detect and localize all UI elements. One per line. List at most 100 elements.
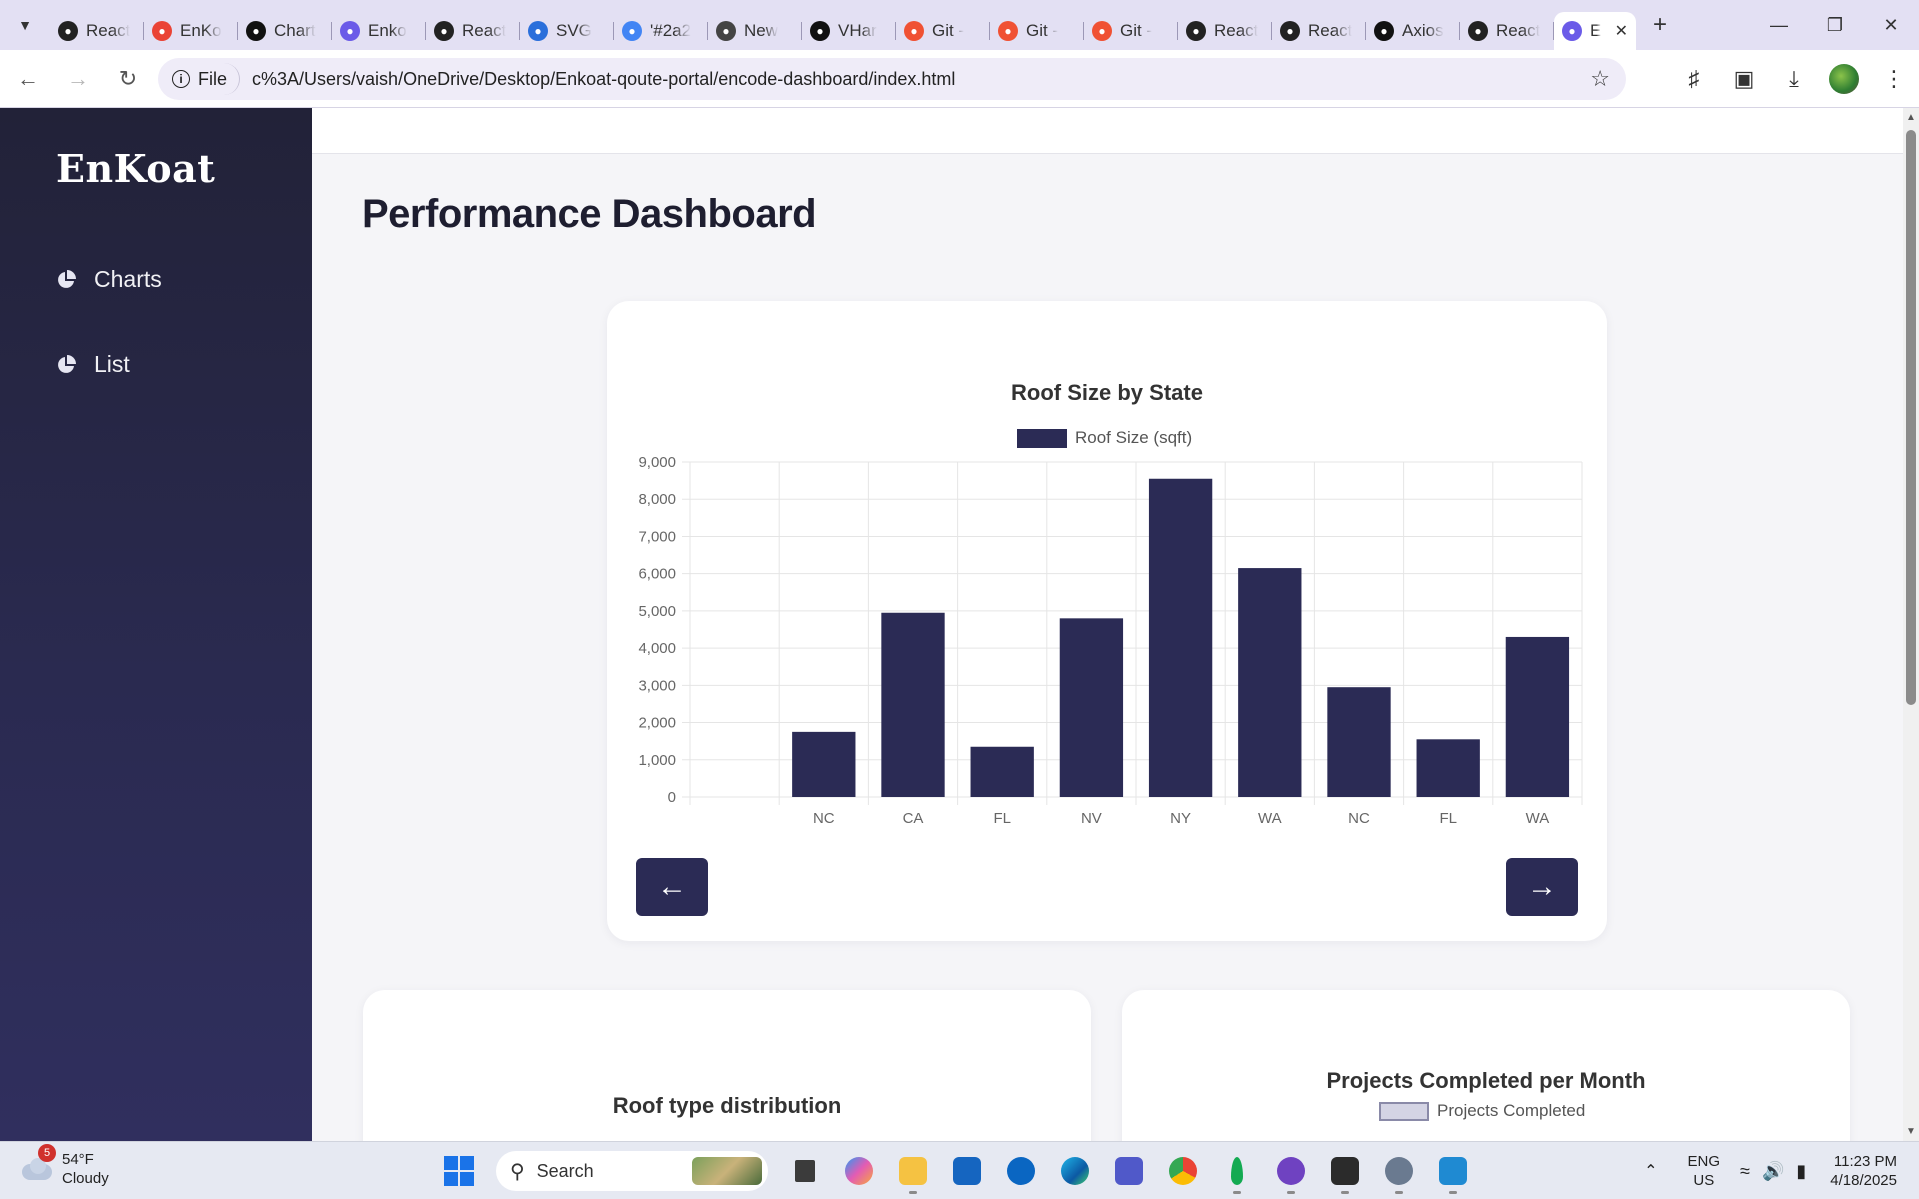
scroll-up-icon[interactable]: ▲ xyxy=(1906,112,1916,123)
x-tick-label: WA xyxy=(1526,810,1550,827)
browser-tab[interactable]: ● React xyxy=(1460,12,1554,50)
tab-title: Git - xyxy=(1120,21,1153,40)
tab-title: React xyxy=(1496,21,1541,40)
file-explorer-icon[interactable] xyxy=(890,1148,936,1194)
battery-icon[interactable]: ▮ xyxy=(1796,1161,1806,1182)
browser-tab[interactable]: ● '#2a2 xyxy=(614,12,708,50)
restore-icon[interactable]: ❐ xyxy=(1807,0,1863,50)
gmail-icon: ● xyxy=(152,21,172,41)
y-tick-label: 5,000 xyxy=(638,603,676,620)
vscode-icon[interactable] xyxy=(1430,1148,1476,1194)
wifi-icon[interactable]: ≈ xyxy=(1740,1161,1750,1182)
bookmark-star-icon[interactable]: ☆ xyxy=(1590,66,1610,92)
tab-list: ● React ● EnKo ● Chart ● Enko ● React ● SVG ● '#2a2 ● N… xyxy=(50,0,1554,50)
react-icon: ● xyxy=(1468,21,1488,41)
back-arrow-icon[interactable]: ← xyxy=(6,57,50,101)
browser-tab[interactable]: ● VHar xyxy=(802,12,896,50)
forward-arrow-icon[interactable]: → xyxy=(56,57,100,101)
browser-tab[interactable]: ● Git - xyxy=(990,12,1084,50)
store-icon[interactable] xyxy=(944,1148,990,1194)
system-tray: ⌃ ENG US ≈ 🔊 ▮ 11:23 PM 4/18/2025 xyxy=(1644,1142,1919,1199)
tab-title: '#2a2 xyxy=(650,21,692,40)
toolbar-actions: ♯ ▣ ⤓ ⋮ xyxy=(1669,50,1919,108)
profile-avatar[interactable] xyxy=(1829,64,1859,94)
tab-title: Git - xyxy=(1026,21,1059,40)
windows-start-icon[interactable] xyxy=(444,1156,474,1186)
close-window-icon[interactable]: ✕ xyxy=(1863,0,1919,50)
dell-icon[interactable] xyxy=(998,1148,1044,1194)
sidebar-item-charts[interactable]: Charts xyxy=(56,266,162,293)
page-scrollbar[interactable]: ▲ ▼ xyxy=(1903,108,1919,1141)
browser-tab[interactable]: ● Git - xyxy=(896,12,990,50)
mongodb-icon[interactable] xyxy=(1214,1148,1260,1194)
clock[interactable]: 11:23 PM 4/18/2025 xyxy=(1830,1152,1897,1190)
weather-widget[interactable]: 5 54°F Cloudy xyxy=(22,1144,109,1188)
github-desktop-icon[interactable] xyxy=(1268,1148,1314,1194)
x-tick-label: NY xyxy=(1170,810,1191,827)
bar-chart: 0 1,000 2,000 3,000 4,000 5,000 6,000 7,000 8,00… xyxy=(638,454,1583,827)
tab-search-dropdown[interactable]: ▼ xyxy=(0,0,50,50)
browser-tab[interactable]: ● SVG xyxy=(520,12,614,50)
taskbar-apps: ⚲ Search xyxy=(444,1148,1480,1194)
menu-kebab-icon[interactable]: ⋮ xyxy=(1869,66,1919,92)
x-tick-label: FL xyxy=(993,810,1011,827)
teams-icon[interactable] xyxy=(1106,1148,1152,1194)
scroll-down-icon[interactable]: ▼ xyxy=(1906,1126,1916,1137)
language-code: ENG xyxy=(1687,1153,1721,1170)
terminal-icon[interactable] xyxy=(1322,1148,1368,1194)
prev-chart-button[interactable]: ← xyxy=(636,858,708,916)
projects-legend[interactable]: Projects Completed xyxy=(1379,1101,1585,1121)
windows-taskbar: 5 54°F Cloudy ⚲ Search ⌃ ENG US ≈ 🔊 ▮ 11… xyxy=(0,1141,1919,1199)
y-tick-label: 9,000 xyxy=(638,454,676,471)
new-tab-button[interactable]: + xyxy=(1640,5,1680,45)
scrollbar-thumb[interactable] xyxy=(1906,130,1916,705)
search-icon: ⚲ xyxy=(510,1160,525,1183)
screenshot-icon[interactable]: ▣ xyxy=(1719,66,1769,92)
active-tab[interactable]: ● E ✕ xyxy=(1554,12,1636,50)
browser-tab[interactable]: ● React xyxy=(50,12,144,50)
close-tab-icon[interactable]: ✕ xyxy=(1615,21,1628,41)
minimize-icon[interactable]: — xyxy=(1751,0,1807,50)
site-info-chip[interactable]: i File xyxy=(162,63,241,95)
browser-tab[interactable]: ● New xyxy=(708,12,802,50)
chart-bar xyxy=(1505,636,1570,797)
browser-tab[interactable]: ● Git - xyxy=(1084,12,1178,50)
top-header-bar xyxy=(312,108,1903,154)
y-tick-label: 1,000 xyxy=(638,752,676,769)
y-tick-label: 0 xyxy=(668,789,676,806)
task-view-icon[interactable] xyxy=(782,1148,828,1194)
browser-tab[interactable]: ● EnKo xyxy=(144,12,238,50)
taskbar-search[interactable]: ⚲ Search xyxy=(496,1151,768,1191)
brand-logo[interactable]: EnKoat xyxy=(56,146,215,191)
browser-tab[interactable]: ● Chart xyxy=(238,12,332,50)
copilot-app-icon[interactable] xyxy=(836,1148,882,1194)
browser-tab[interactable]: ● Axios xyxy=(1366,12,1460,50)
copilot-icon: ● xyxy=(1562,21,1582,41)
url-text[interactable]: c%3A/Users/vaish/OneDrive/Desktop/Enkoat… xyxy=(252,69,955,90)
chrome-icon[interactable] xyxy=(1160,1148,1206,1194)
language-indicator[interactable]: ENG US xyxy=(1688,1152,1721,1190)
reload-icon[interactable]: ↻ xyxy=(106,57,150,101)
edge-icon[interactable] xyxy=(1052,1148,1098,1194)
browser-tab[interactable]: ● React xyxy=(1272,12,1366,50)
browser-tab[interactable]: ● React xyxy=(1178,12,1272,50)
chart-bar xyxy=(1059,618,1124,797)
tab-title: React xyxy=(86,21,131,40)
openai-icon: ● xyxy=(1374,21,1394,41)
next-chart-button[interactable]: → xyxy=(1506,858,1578,916)
openai-icon: ● xyxy=(246,21,266,41)
browser-tab[interactable]: ● Enko xyxy=(332,12,426,50)
volume-icon[interactable]: 🔊 xyxy=(1762,1161,1784,1182)
x-tick-label: CA xyxy=(903,810,924,827)
projects-completed-card: Projects Completed per Month Projects Co… xyxy=(1122,990,1850,1141)
chevron-up-icon[interactable]: ⌃ xyxy=(1644,1161,1657,1181)
sidebar-item-list[interactable]: List xyxy=(56,351,130,378)
extensions-icon[interactable]: ♯ xyxy=(1669,66,1719,92)
projects-completed-title: Projects Completed per Month xyxy=(1326,1068,1646,1093)
download-icon[interactable]: ⤓ xyxy=(1769,66,1819,92)
browser-toolbar: ← → ↻ i File c%3A/Users/vaish/OneDrive/D… xyxy=(0,50,1919,108)
address-bar[interactable]: i File c%3A/Users/vaish/OneDrive/Desktop… xyxy=(158,58,1626,100)
browser-tab[interactable]: ● React xyxy=(426,12,520,50)
settings-gear-icon[interactable] xyxy=(1376,1148,1422,1194)
x-tick-label: NC xyxy=(1348,810,1370,827)
